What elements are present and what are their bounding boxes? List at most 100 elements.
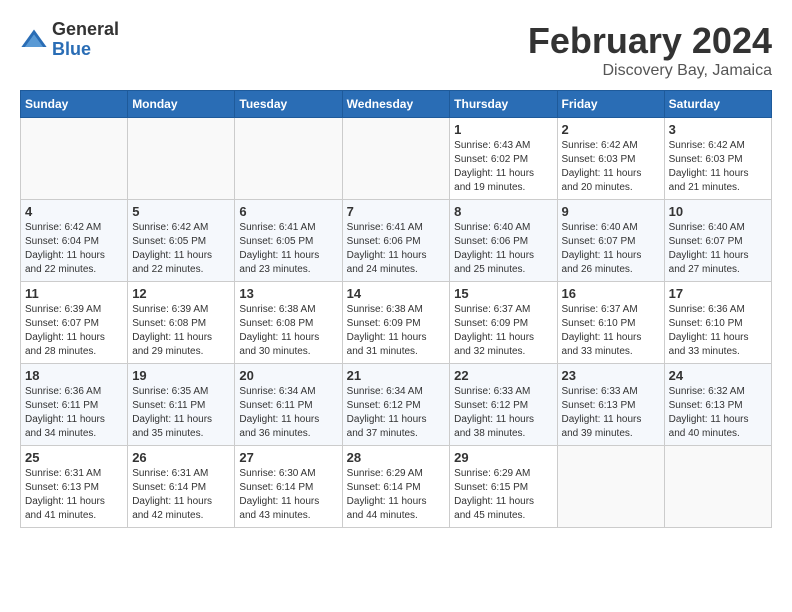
day-info: Sunrise: 6:42 AMSunset: 6:03 PMDaylight:… bbox=[669, 139, 767, 195]
day-cell: 19 Sunrise: 6:35 AMSunset: 6:11 PMDayligh… bbox=[128, 364, 235, 446]
week-row-3: 18 Sunrise: 6:36 AMSunset: 6:11 PMDayligh… bbox=[21, 364, 772, 446]
week-row-2: 11 Sunrise: 6:39 AMSunset: 6:07 PMDayligh… bbox=[21, 282, 772, 364]
week-row-1: 4 Sunrise: 6:42 AMSunset: 6:04 PMDaylight… bbox=[21, 200, 772, 282]
week-row-4: 25Sunrise: 6:31 AMSunset: 6:13 PMDayligh… bbox=[21, 446, 772, 528]
day-info: Sunrise: 6:37 AMSunset: 6:10 PMDaylight:… bbox=[562, 303, 660, 359]
day-info: Sunrise: 6:40 AMSunset: 6:07 PMDaylight:… bbox=[562, 221, 660, 277]
day-number: 29 bbox=[454, 450, 552, 465]
header-row: SundayMondayTuesdayWednesdayThursdayFrid… bbox=[21, 91, 772, 118]
location: Discovery Bay, Jamaica bbox=[528, 62, 772, 80]
day-cell: 26 Sunrise: 6:31 AMSunset: 6:14 PMDayligh… bbox=[128, 446, 235, 528]
day-number: 8 bbox=[454, 204, 552, 219]
day-info: Sunrise: 6:30 AMSunset: 6:14 PMDaylight:… bbox=[239, 467, 337, 523]
day-number: 12 bbox=[132, 286, 230, 301]
day-info: Sunrise: 6:40 AMSunset: 6:07 PMDaylight:… bbox=[669, 221, 767, 277]
day-cell: 5Sunrise: 6:42 AMSunset: 6:05 PMDaylight… bbox=[128, 200, 235, 282]
day-number: 24 bbox=[669, 368, 767, 383]
calendar-body: 1 Sunrise: 6:43 AMSunset: 6:02 PMDaylight… bbox=[21, 118, 772, 528]
day-cell: 12 Sunrise: 6:39 AMSunset: 6:08 PMDayligh… bbox=[128, 282, 235, 364]
day-cell bbox=[235, 118, 342, 200]
day-number: 2 bbox=[562, 122, 660, 137]
day-cell: 28 Sunrise: 6:29 AMSunset: 6:14 PMDayligh… bbox=[342, 446, 450, 528]
day-number: 9 bbox=[562, 204, 660, 219]
day-number: 16 bbox=[562, 286, 660, 301]
day-info: Sunrise: 6:40 AMSunset: 6:06 PMDaylight:… bbox=[454, 221, 552, 277]
day-cell: 8 Sunrise: 6:40 AMSunset: 6:06 PMDaylight… bbox=[450, 200, 557, 282]
day-cell: 24 Sunrise: 6:32 AMSunset: 6:13 PMDayligh… bbox=[664, 364, 771, 446]
day-number: 6 bbox=[239, 204, 337, 219]
day-number: 19 bbox=[132, 368, 230, 383]
day-cell: 6 Sunrise: 6:41 AMSunset: 6:05 PMDaylight… bbox=[235, 200, 342, 282]
day-number: 18 bbox=[25, 368, 123, 383]
day-info: Sunrise: 6:32 AMSunset: 6:13 PMDaylight:… bbox=[669, 385, 767, 441]
logo-icon bbox=[20, 26, 48, 54]
day-number: 7 bbox=[347, 204, 446, 219]
header-cell-wednesday: Wednesday bbox=[342, 91, 450, 118]
day-cell: 29 Sunrise: 6:29 AMSunset: 6:15 PMDayligh… bbox=[450, 446, 557, 528]
day-info: Sunrise: 6:33 AMSunset: 6:13 PMDaylight:… bbox=[562, 385, 660, 441]
header: General Blue February 2024 Discovery Bay… bbox=[20, 20, 772, 80]
day-info: Sunrise: 6:34 AMSunset: 6:11 PMDaylight:… bbox=[239, 385, 337, 441]
day-info: Sunrise: 6:41 AMSunset: 6:05 PMDaylight:… bbox=[239, 221, 337, 277]
day-info: Sunrise: 6:34 AMSunset: 6:12 PMDaylight:… bbox=[347, 385, 446, 441]
day-cell bbox=[342, 118, 450, 200]
day-cell: 9 Sunrise: 6:40 AMSunset: 6:07 PMDaylight… bbox=[557, 200, 664, 282]
day-cell: 27 Sunrise: 6:30 AMSunset: 6:14 PMDayligh… bbox=[235, 446, 342, 528]
day-cell: 16 Sunrise: 6:37 AMSunset: 6:10 PMDayligh… bbox=[557, 282, 664, 364]
day-cell bbox=[21, 118, 128, 200]
day-number: 21 bbox=[347, 368, 446, 383]
day-number: 1 bbox=[454, 122, 552, 137]
day-number: 22 bbox=[454, 368, 552, 383]
day-info: Sunrise: 6:43 AMSunset: 6:02 PMDaylight:… bbox=[454, 139, 552, 195]
calendar: SundayMondayTuesdayWednesdayThursdayFrid… bbox=[20, 90, 772, 528]
day-number: 5 bbox=[132, 204, 230, 219]
day-number: 4 bbox=[25, 204, 123, 219]
day-number: 11 bbox=[25, 286, 123, 301]
calendar-header: SundayMondayTuesdayWednesdayThursdayFrid… bbox=[21, 91, 772, 118]
day-cell bbox=[557, 446, 664, 528]
day-info: Sunrise: 6:31 AMSunset: 6:13 PMDaylight:… bbox=[25, 467, 123, 523]
month-title: February 2024 bbox=[528, 20, 772, 62]
day-number: 3 bbox=[669, 122, 767, 137]
day-info: Sunrise: 6:42 AMSunset: 6:03 PMDaylight:… bbox=[562, 139, 660, 195]
day-number: 14 bbox=[347, 286, 446, 301]
day-cell: 13Sunrise: 6:38 AMSunset: 6:08 PMDayligh… bbox=[235, 282, 342, 364]
day-info: Sunrise: 6:29 AMSunset: 6:14 PMDaylight:… bbox=[347, 467, 446, 523]
day-cell: 23Sunrise: 6:33 AMSunset: 6:13 PMDayligh… bbox=[557, 364, 664, 446]
day-cell: 2 Sunrise: 6:42 AMSunset: 6:03 PMDaylight… bbox=[557, 118, 664, 200]
day-cell: 15 Sunrise: 6:37 AMSunset: 6:09 PMDayligh… bbox=[450, 282, 557, 364]
day-cell: 10 Sunrise: 6:40 AMSunset: 6:07 PMDayligh… bbox=[664, 200, 771, 282]
day-info: Sunrise: 6:39 AMSunset: 6:07 PMDaylight:… bbox=[25, 303, 123, 359]
day-cell bbox=[664, 446, 771, 528]
day-info: Sunrise: 6:37 AMSunset: 6:09 PMDaylight:… bbox=[454, 303, 552, 359]
day-info: Sunrise: 6:36 AMSunset: 6:10 PMDaylight:… bbox=[669, 303, 767, 359]
logo-general: General bbox=[52, 19, 119, 39]
day-info: Sunrise: 6:35 AMSunset: 6:11 PMDaylight:… bbox=[132, 385, 230, 441]
day-cell: 17 Sunrise: 6:36 AMSunset: 6:10 PMDayligh… bbox=[664, 282, 771, 364]
day-info: Sunrise: 6:42 AMSunset: 6:04 PMDaylight:… bbox=[25, 221, 123, 277]
day-info: Sunrise: 6:29 AMSunset: 6:15 PMDaylight:… bbox=[454, 467, 552, 523]
logo-text: General Blue bbox=[52, 20, 119, 60]
day-number: 28 bbox=[347, 450, 446, 465]
day-number: 26 bbox=[132, 450, 230, 465]
day-cell: 3 Sunrise: 6:42 AMSunset: 6:03 PMDaylight… bbox=[664, 118, 771, 200]
day-info: Sunrise: 6:38 AMSunset: 6:08 PMDaylight:… bbox=[239, 303, 337, 359]
day-cell: 4 Sunrise: 6:42 AMSunset: 6:04 PMDaylight… bbox=[21, 200, 128, 282]
logo: General Blue bbox=[20, 20, 119, 60]
day-info: Sunrise: 6:31 AMSunset: 6:14 PMDaylight:… bbox=[132, 467, 230, 523]
day-cell bbox=[128, 118, 235, 200]
day-cell: 14 Sunrise: 6:38 AMSunset: 6:09 PMDayligh… bbox=[342, 282, 450, 364]
day-number: 17 bbox=[669, 286, 767, 301]
day-number: 27 bbox=[239, 450, 337, 465]
day-number: 15 bbox=[454, 286, 552, 301]
day-cell: 21 Sunrise: 6:34 AMSunset: 6:12 PMDayligh… bbox=[342, 364, 450, 446]
day-info: Sunrise: 6:41 AMSunset: 6:06 PMDaylight:… bbox=[347, 221, 446, 277]
day-cell: 7 Sunrise: 6:41 AMSunset: 6:06 PMDaylight… bbox=[342, 200, 450, 282]
day-cell: 1 Sunrise: 6:43 AMSunset: 6:02 PMDaylight… bbox=[450, 118, 557, 200]
header-cell-sunday: Sunday bbox=[21, 91, 128, 118]
day-info: Sunrise: 6:36 AMSunset: 6:11 PMDaylight:… bbox=[25, 385, 123, 441]
day-info: Sunrise: 6:39 AMSunset: 6:08 PMDaylight:… bbox=[132, 303, 230, 359]
day-number: 10 bbox=[669, 204, 767, 219]
header-cell-thursday: Thursday bbox=[450, 91, 557, 118]
day-info: Sunrise: 6:38 AMSunset: 6:09 PMDaylight:… bbox=[347, 303, 446, 359]
